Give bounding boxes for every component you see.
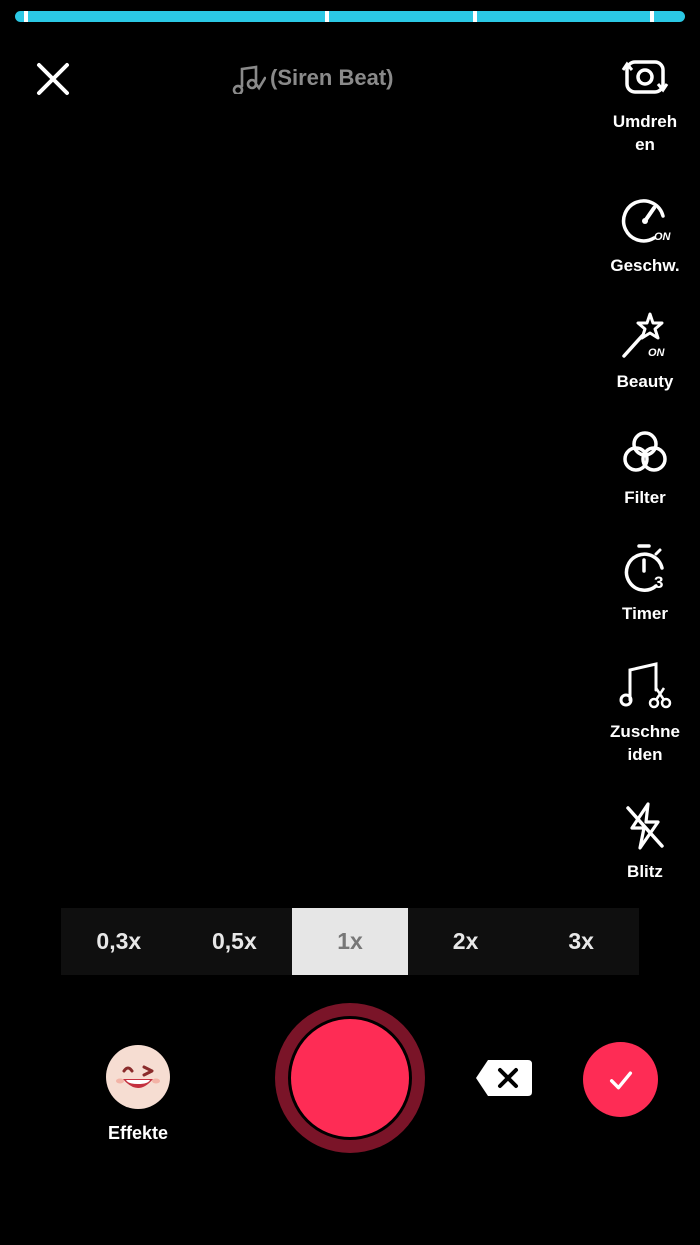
effects-face-icon [106, 1045, 170, 1109]
close-button[interactable] [30, 56, 76, 102]
zoom-option-2x[interactable]: 2x [408, 908, 524, 975]
flip-camera-icon [621, 60, 669, 94]
zoom-option-1x[interactable]: 1x [292, 908, 408, 975]
effects-label: Effekte [107, 1123, 169, 1143]
flash-off-icon [626, 802, 664, 850]
close-icon [37, 63, 69, 95]
speed-on-badge: ON [654, 231, 672, 243]
beauty-on-badge: ON [648, 347, 666, 359]
segment-marker [325, 11, 329, 22]
zoom-option-0-5x[interactable]: 0,5x [177, 908, 293, 975]
checkmark-icon [609, 1071, 632, 1089]
speedometer-icon: ON [621, 199, 672, 243]
filter-label: Filter [624, 488, 666, 507]
beauty-button[interactable]: ON Beauty [590, 310, 700, 393]
filter-button[interactable]: Filter [590, 426, 700, 509]
segment-marker [473, 11, 477, 22]
trim-label: Zuschne iden [610, 722, 680, 764]
flip-label: Umdreh en [612, 112, 678, 154]
speed-label: Geschw. [610, 256, 680, 275]
filter-circles-icon [623, 431, 667, 472]
segment-marker [650, 11, 654, 22]
sound-name: (Siren Beat) [270, 65, 394, 90]
timer-label: Timer [622, 604, 668, 623]
zoom-option-0-3x[interactable]: 0,3x [61, 908, 177, 975]
progress-start-marker [24, 11, 28, 22]
music-scissors-icon [619, 662, 672, 709]
record-button[interactable] [275, 1003, 425, 1153]
speed-button[interactable]: ON Geschw. [590, 194, 700, 277]
record-button-inner [288, 1016, 412, 1140]
timer-icon: 3 [624, 544, 664, 592]
recording-progress-bar [15, 11, 685, 22]
music-note-check-icon [232, 65, 266, 94]
magic-wand-icon: ON [622, 312, 666, 359]
flash-label: Blitz [627, 862, 663, 881]
zoom-option-3x[interactable]: 3x [523, 908, 639, 975]
effects-button[interactable]: Effekte [100, 1045, 176, 1144]
zoom-selector: 0,3x 0,5x 1x 2x 3x [61, 908, 639, 975]
flash-button[interactable]: Blitz [590, 800, 700, 883]
sound-selector[interactable]: (Siren Beat) [232, 62, 393, 94]
timer-button[interactable]: 3 Timer [590, 542, 700, 625]
timer-badge: 3 [654, 573, 663, 592]
confirm-button[interactable] [583, 1042, 658, 1117]
flip-camera-button[interactable]: Umdreh en [590, 50, 700, 156]
backspace-icon [476, 1060, 532, 1096]
beauty-label: Beauty [616, 372, 674, 391]
delete-segment-button[interactable] [474, 1058, 534, 1098]
trim-sound-button[interactable]: Zuschne iden [590, 660, 700, 766]
